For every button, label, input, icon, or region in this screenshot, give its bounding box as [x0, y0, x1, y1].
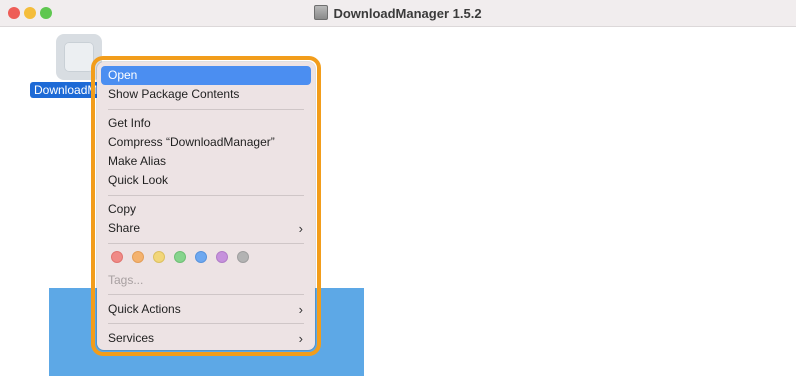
- window-titlebar: DownloadManager 1.5.2: [0, 0, 796, 27]
- tag-purple-dot[interactable]: [216, 251, 228, 263]
- tag-orange-dot[interactable]: [132, 251, 144, 263]
- tag-blue-dot[interactable]: [195, 251, 207, 263]
- menu-separator: [108, 243, 304, 244]
- menu-item-copy[interactable]: Copy: [101, 200, 311, 219]
- app-icon: [64, 42, 94, 72]
- window-title-group: DownloadManager 1.5.2: [0, 5, 796, 21]
- window-title: DownloadManager 1.5.2: [333, 6, 482, 21]
- context-menu: Open Show Package Contents Get Info Comp…: [97, 62, 315, 350]
- tags-field[interactable]: Tags...: [108, 273, 143, 287]
- tag-gray-dot[interactable]: [237, 251, 249, 263]
- menu-item-services-label: Services: [108, 331, 155, 345]
- menu-item-quick-actions-label: Quick Actions: [108, 302, 181, 316]
- menu-item-make-alias[interactable]: Make Alias: [101, 152, 311, 171]
- menu-separator: [108, 109, 304, 110]
- disk-image-icon: [314, 5, 329, 20]
- menu-item-get-info[interactable]: Get Info: [101, 114, 311, 133]
- menu-item-show-package-contents[interactable]: Show Package Contents: [101, 85, 311, 104]
- chevron-right-icon: ›: [298, 331, 303, 346]
- menu-item-quick-actions[interactable]: Quick Actions ›: [101, 300, 311, 319]
- menu-separator: [108, 323, 304, 324]
- menu-item-compress[interactable]: Compress “DownloadManager”: [101, 133, 311, 152]
- menu-separator: [108, 294, 304, 295]
- menu-item-share[interactable]: Share ›: [101, 219, 311, 238]
- tag-red-dot[interactable]: [111, 251, 123, 263]
- chevron-right-icon: ›: [298, 302, 303, 317]
- tag-yellow-dot[interactable]: [153, 251, 165, 263]
- menu-item-open[interactable]: Open: [101, 66, 311, 85]
- menu-item-services[interactable]: Services ›: [101, 329, 311, 348]
- tag-color-row: [111, 251, 271, 265]
- chevron-right-icon: ›: [298, 221, 303, 236]
- tag-green-dot[interactable]: [174, 251, 186, 263]
- menu-item-share-label: Share: [108, 221, 141, 235]
- menu-separator: [108, 195, 304, 196]
- menu-item-quick-look[interactable]: Quick Look: [101, 171, 311, 190]
